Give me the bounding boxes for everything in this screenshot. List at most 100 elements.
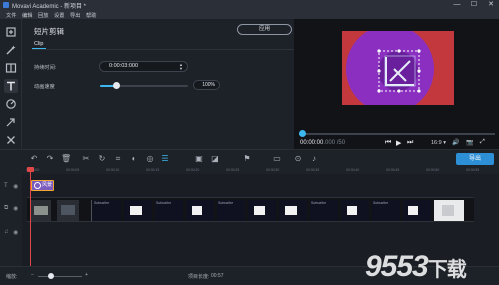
redo-icon[interactable]: ↷ xyxy=(45,154,55,164)
panel-divider xyxy=(32,49,294,50)
undo-icon[interactable]: ↶ xyxy=(29,154,39,164)
spinner-arrows-icon[interactable]: ▲ ▼ xyxy=(179,63,183,71)
timeline-ruler[interactable]: 00:00:00 00:00:05 00:00:10 00:00:15 00:0… xyxy=(22,167,499,174)
visibility-icon[interactable]: ◉ xyxy=(13,183,18,190)
ruler-tick: 00:00:50 xyxy=(426,168,440,172)
clip-thumbnail[interactable]: Subscribe xyxy=(217,200,245,221)
title-clip-label: 风景 xyxy=(42,182,53,188)
zoom-slider-track[interactable] xyxy=(38,276,82,277)
maximize-button[interactable]: ☐ xyxy=(466,0,482,10)
speed-slider-handle[interactable] xyxy=(113,82,120,89)
clip-thumbnail[interactable]: Subscribe xyxy=(372,200,400,221)
speed-icon[interactable]: ◎ xyxy=(145,154,155,164)
menu-export[interactable]: 导出 xyxy=(70,12,80,19)
color-adjust-icon[interactable]: ◐ xyxy=(129,154,139,164)
import-icon xyxy=(6,27,16,37)
filters-tool-button[interactable] xyxy=(4,43,18,57)
fullscreen-icon[interactable]: ⤢ xyxy=(480,139,485,146)
timecode: 00:00:00.000 /50 xyxy=(300,140,345,146)
mute-icon[interactable]: ◉ xyxy=(13,205,18,212)
callouts-tool-button[interactable] xyxy=(4,115,18,129)
audio-icon[interactable]: ⊙ xyxy=(293,154,303,164)
clip-thumbnail[interactable] xyxy=(57,200,79,221)
title-clip-icon xyxy=(34,182,41,189)
microphone-icon[interactable]: ♪ xyxy=(309,154,319,164)
ruler-tick: 00:00:10 xyxy=(106,168,120,172)
menu-settings[interactable]: 设置 xyxy=(54,12,64,19)
delete-icon[interactable]: 🗑 xyxy=(61,154,71,164)
ruler-tick: 00:00:40 xyxy=(346,168,360,172)
close-button[interactable]: ✕ xyxy=(483,0,499,10)
clip-thumbnail[interactable] xyxy=(403,200,431,221)
previous-frame-icon[interactable]: ⏮ xyxy=(385,139,391,147)
next-frame-icon[interactable]: ⏭ xyxy=(407,139,413,147)
app-logo-icon xyxy=(3,2,9,8)
stickers-tool-button[interactable] xyxy=(4,97,18,111)
more-tools-button[interactable] xyxy=(4,133,18,147)
panel-title: 短片剪辑 xyxy=(34,27,64,36)
playhead[interactable] xyxy=(30,167,31,266)
record-video-icon[interactable]: ▭ xyxy=(272,154,282,164)
menu-edit[interactable]: 编辑 xyxy=(22,12,32,19)
transitions-tool-button[interactable] xyxy=(4,61,18,75)
timecode-total: /50 xyxy=(336,140,346,146)
highlight-icon[interactable]: ◪ xyxy=(210,154,220,164)
clip-label: Subscribe xyxy=(156,201,172,205)
crop-icon[interactable]: ⌗ xyxy=(113,154,123,164)
duration-value: 0:00:03:000 xyxy=(109,63,139,69)
zoom-slider-handle[interactable] xyxy=(48,273,54,279)
track-headers: T ◉ ⧉ ◉ ♫ ◉ xyxy=(0,174,22,266)
duration-field[interactable]: 0:00:03:000 ▲ ▼ xyxy=(99,61,188,72)
clip-thumbnail[interactable]: Subscribe xyxy=(310,200,338,221)
ruler-tick: 00:00:45 xyxy=(386,168,400,172)
split-icon[interactable]: ✂ xyxy=(81,154,91,164)
watermark-suffix: 下载 xyxy=(427,259,467,281)
clip-thumbnail[interactable] xyxy=(279,200,307,221)
menu-help[interactable]: 帮助 xyxy=(86,12,96,19)
clip-thumbnail[interactable] xyxy=(31,200,51,221)
clip-thumbnail[interactable] xyxy=(341,200,369,221)
site-watermark: 9553下载 xyxy=(365,250,467,284)
clip-properties-icon[interactable]: ☰ xyxy=(160,154,170,164)
play-icon[interactable]: ▶ xyxy=(396,139,401,147)
duration-label: 持续时间: xyxy=(34,65,57,71)
rotate-icon[interactable]: ↻ xyxy=(97,154,107,164)
speed-percent-field[interactable]: 100% xyxy=(193,80,220,90)
speed-label: 动画速度 xyxy=(34,84,55,90)
menu-playback[interactable]: 回放 xyxy=(38,12,48,19)
snapshot-icon[interactable]: 📷 xyxy=(466,139,473,146)
overlay-icon[interactable]: ▣ xyxy=(194,154,204,164)
clip-thumbnail[interactable]: Subscribe xyxy=(93,200,121,221)
audio-mute-icon[interactable]: ◉ xyxy=(13,229,18,236)
menu-file[interactable]: 文件 xyxy=(6,12,16,19)
titles-icon xyxy=(7,81,15,91)
ruler-tick: 00:00:05 xyxy=(66,168,80,172)
clip-thumbnail[interactable] xyxy=(434,200,464,221)
tab-clip[interactable]: Clip xyxy=(34,41,43,47)
clip-thumbnail[interactable] xyxy=(124,200,152,221)
clip-thumbnail[interactable] xyxy=(248,200,276,221)
video-track[interactable]: Subscribe Subscribe Subscribe Subscribe … xyxy=(27,197,474,222)
seek-handle[interactable] xyxy=(299,130,306,137)
watermark-digits: 9553 xyxy=(365,250,429,283)
title-bar: Movavi Academic - 新项目 * — ☐ ✕ xyxy=(0,0,499,10)
volume-icon[interactable]: 🔊 xyxy=(452,139,459,146)
zoom-out-icon[interactable]: − xyxy=(31,272,34,278)
ruler-tick: 00:00:15 xyxy=(146,168,160,172)
project-length-value: 00:57 xyxy=(211,273,224,279)
seek-bar[interactable] xyxy=(299,133,495,135)
titles-tool-button[interactable] xyxy=(4,79,18,93)
ruler-tick: 00:00:25 xyxy=(226,168,240,172)
zoom-in-icon[interactable]: + xyxy=(85,272,88,278)
preview-image xyxy=(342,31,454,105)
title-clip[interactable]: 风景 xyxy=(31,180,54,191)
app-window: Movavi Academic - 新项目 * — ☐ ✕ 文件 编辑 回放 设… xyxy=(0,0,499,285)
aspect-ratio-select[interactable]: 16:9 ▾ xyxy=(431,140,446,146)
clip-thumbnail[interactable]: Subscribe xyxy=(155,200,183,221)
marker-icon[interactable]: ⚑ xyxy=(242,154,252,164)
import-tool-button[interactable] xyxy=(4,25,18,39)
export-button[interactable]: 导出 xyxy=(456,153,494,165)
clip-thumbnail[interactable] xyxy=(186,200,214,221)
minimize-button[interactable]: — xyxy=(449,0,465,10)
apply-button[interactable]: 应用 xyxy=(237,24,292,35)
